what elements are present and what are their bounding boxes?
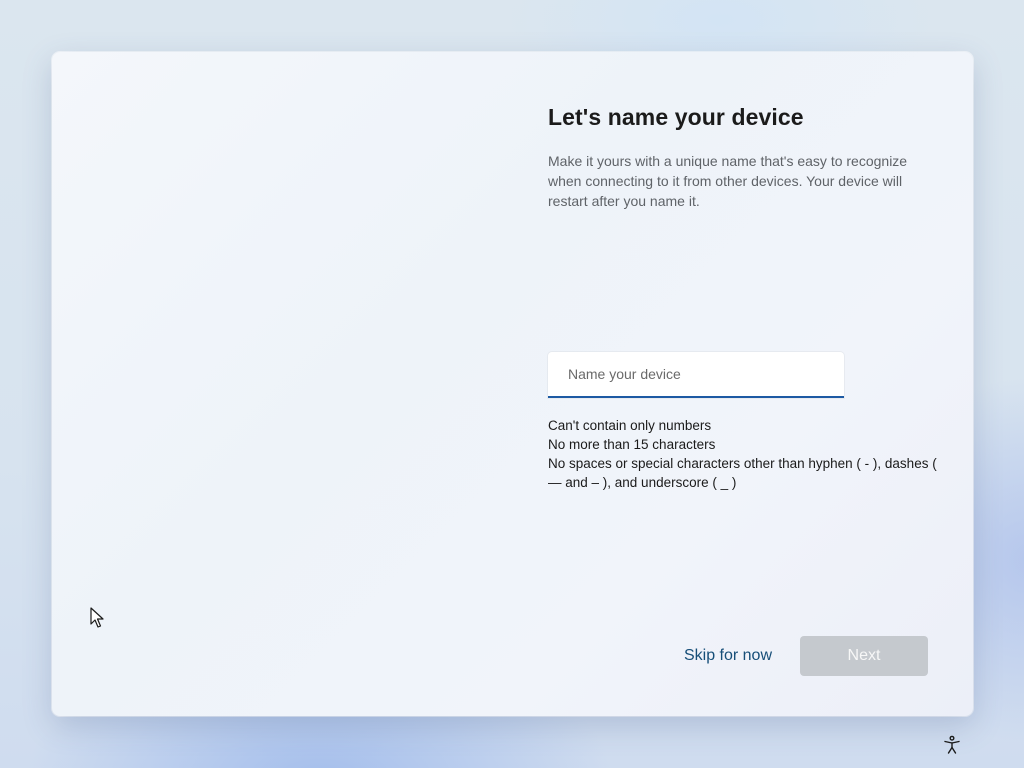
rule-item: Can't contain only numbers xyxy=(548,418,712,433)
rule-item: No more than 15 characters xyxy=(548,437,716,452)
setup-card: Let's name your device Make it yours wit… xyxy=(52,52,973,716)
naming-rules-list: Can't contain only numbers No more than … xyxy=(548,416,948,492)
skip-for-now-button[interactable]: Skip for now xyxy=(678,636,778,676)
page-description: Make it yours with a unique name that's … xyxy=(548,153,908,209)
accessibility-button[interactable] xyxy=(940,733,964,757)
rule-item: No spaces or special characters other th… xyxy=(548,456,937,490)
next-button[interactable]: Next xyxy=(800,636,928,676)
page-title: Let's name your device xyxy=(548,104,804,130)
device-name-input[interactable] xyxy=(548,352,844,396)
accessibility-icon xyxy=(944,735,960,754)
mouse-pointer-icon xyxy=(90,607,104,628)
device-name-field xyxy=(548,352,844,398)
